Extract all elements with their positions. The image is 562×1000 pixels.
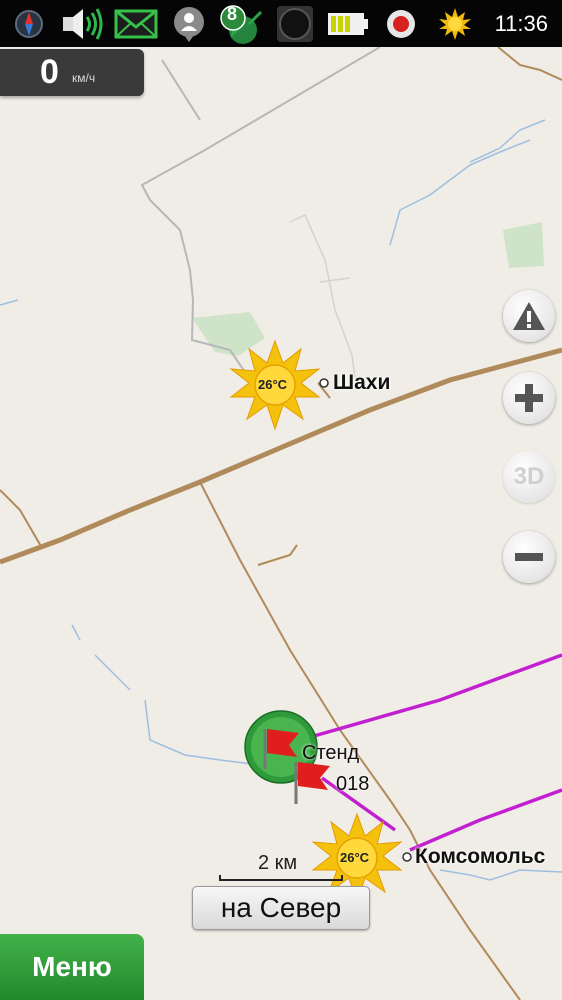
zoom-out-button[interactable] [503,531,555,583]
city-label[interactable]: Шахи [333,371,390,395]
weather-temp-label: 26°C [340,850,370,865]
message-icon[interactable] [113,0,159,47]
weather-temp-label: 26°C [258,377,288,392]
city-marker [319,378,329,388]
scale-bar [219,875,343,881]
clock: 11:36 [494,11,548,36]
zoom-in-button[interactable] [503,372,555,424]
speed-unit: км/ч [72,71,96,85]
volume-icon[interactable] [60,0,106,47]
satellite-icon[interactable]: 8 [217,0,267,47]
warning-button[interactable] [503,290,555,342]
park-area [503,222,544,268]
menu-button[interactable]: Меню [0,934,144,1000]
city-label[interactable]: Комсомольс [415,845,545,869]
status-bar: 8 11:36 [0,0,562,47]
poi-name-label: Стенд [302,742,360,764]
poi-code-label: 018 [336,773,370,795]
north-button[interactable]: на Север [192,886,370,930]
location-pin-icon[interactable] [170,0,208,47]
city-marker [402,852,412,862]
scale-label: 2 км [258,852,298,874]
3d-mode-button[interactable]: 3D [503,451,555,503]
minus-icon [515,553,543,561]
speed-display: 0 км/ч [0,49,144,96]
record-icon[interactable] [384,0,418,47]
satellite-count: 8 [227,4,238,24]
plus-icon [515,384,543,412]
compass-icon[interactable] [12,0,46,47]
warning-icon [513,302,545,330]
speed-value: 0 [40,53,59,91]
battery-icon [326,0,370,47]
camera-icon[interactable] [274,0,316,47]
weather-sun-icon [437,0,473,47]
